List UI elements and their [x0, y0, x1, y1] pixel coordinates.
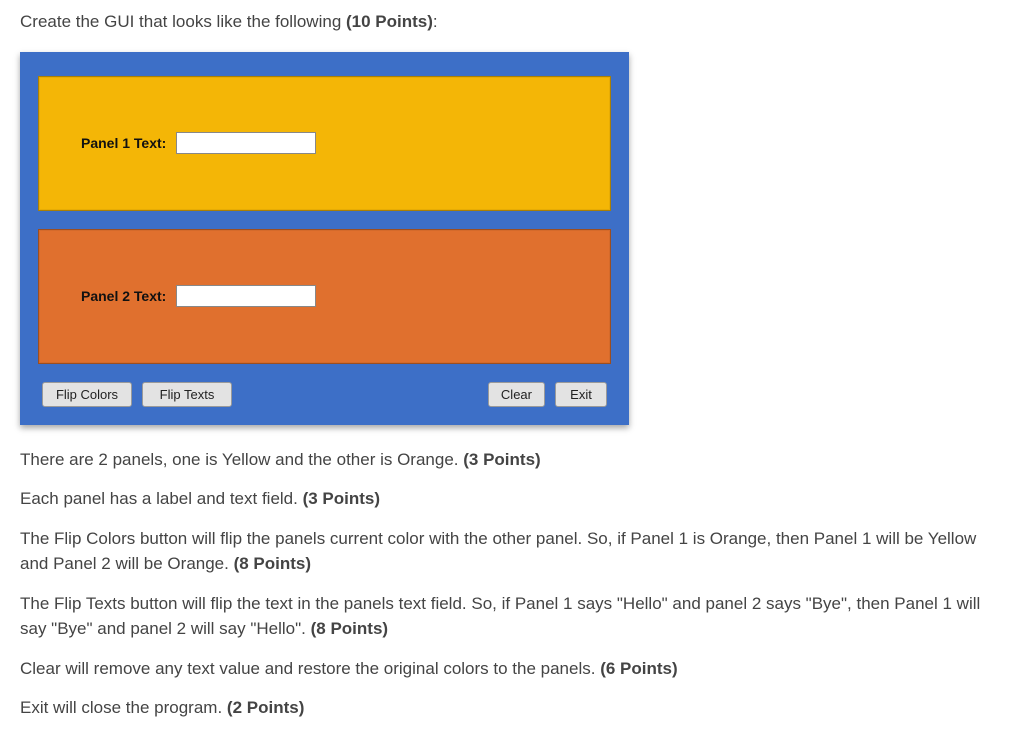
- desc-points: (2 Points): [227, 698, 304, 717]
- desc-flip-colors: The Flip Colors button will flip the pan…: [20, 526, 1004, 577]
- desc-text: Each panel has a label and text field.: [20, 489, 303, 508]
- desc-label-field: Each panel has a label and text field. (…: [20, 486, 1004, 512]
- desc-exit: Exit will close the program. (2 Points): [20, 695, 1004, 721]
- panel-1-input[interactable]: [176, 132, 316, 154]
- desc-points: (3 Points): [303, 489, 380, 508]
- desc-flip-texts: The Flip Texts button will flip the text…: [20, 591, 1004, 642]
- desc-points: (8 Points): [234, 554, 311, 573]
- panel-1-label: Panel 1 Text:: [81, 135, 166, 151]
- desc-text: The Flip Texts button will flip the text…: [20, 594, 980, 639]
- clear-button[interactable]: Clear: [488, 382, 545, 407]
- prompt-text: Create the GUI that looks like the follo…: [20, 12, 346, 31]
- flip-colors-button[interactable]: Flip Colors: [42, 382, 132, 407]
- flip-texts-button[interactable]: Flip Texts: [142, 382, 232, 407]
- desc-text: There are 2 panels, one is Yellow and th…: [20, 450, 463, 469]
- desc-text: Clear will remove any text value and res…: [20, 659, 600, 678]
- exit-button[interactable]: Exit: [555, 382, 607, 407]
- desc-points: (3 Points): [463, 450, 540, 469]
- desc-text: Exit will close the program.: [20, 698, 227, 717]
- panel-1: Panel 1 Text:: [38, 76, 611, 211]
- prompt-colon: :: [433, 12, 438, 31]
- question-prompt: Create the GUI that looks like the follo…: [20, 10, 1004, 34]
- descriptions-container: There are 2 panels, one is Yellow and th…: [20, 447, 1004, 721]
- gui-frame: Panel 1 Text: Panel 2 Text: Flip Colors …: [20, 52, 629, 425]
- desc-points: (8 Points): [311, 619, 388, 638]
- desc-clear: Clear will remove any text value and res…: [20, 656, 1004, 682]
- button-row: Flip Colors Flip Texts Clear Exit: [38, 382, 611, 411]
- panel-2-input[interactable]: [176, 285, 316, 307]
- panel-2: Panel 2 Text:: [38, 229, 611, 364]
- panel-2-label: Panel 2 Text:: [81, 288, 166, 304]
- desc-text: The Flip Colors button will flip the pan…: [20, 529, 976, 574]
- desc-panels: There are 2 panels, one is Yellow and th…: [20, 447, 1004, 473]
- prompt-points: (10 Points): [346, 12, 433, 31]
- desc-points: (6 Points): [600, 659, 677, 678]
